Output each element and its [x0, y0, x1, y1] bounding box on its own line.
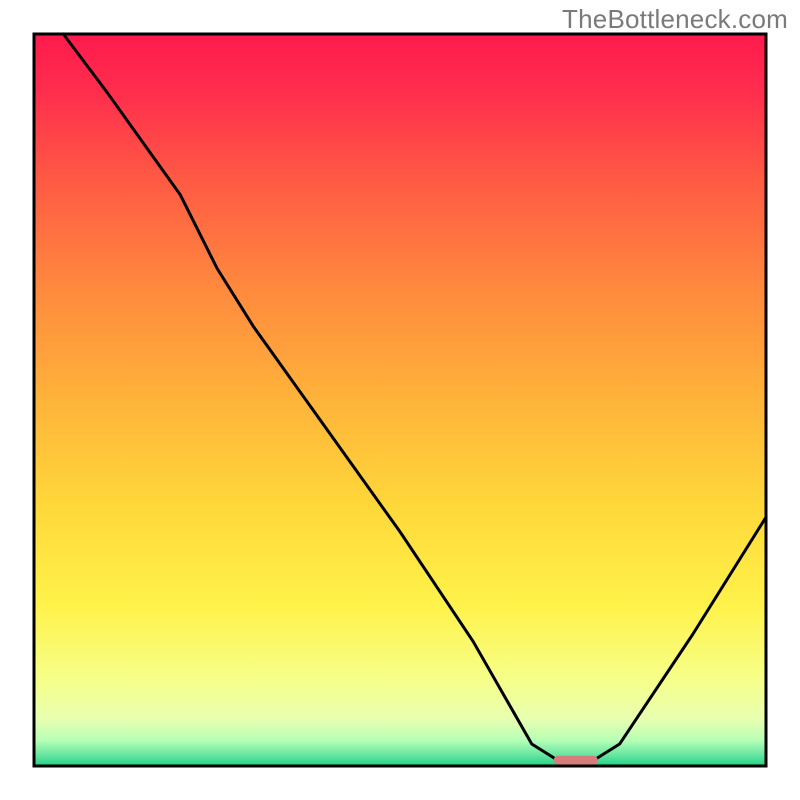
chart-canvas — [0, 0, 800, 800]
watermark-text: TheBottleneck.com — [562, 4, 788, 35]
optimal-marker — [554, 756, 598, 765]
bottleneck-chart: TheBottleneck.com — [0, 0, 800, 800]
